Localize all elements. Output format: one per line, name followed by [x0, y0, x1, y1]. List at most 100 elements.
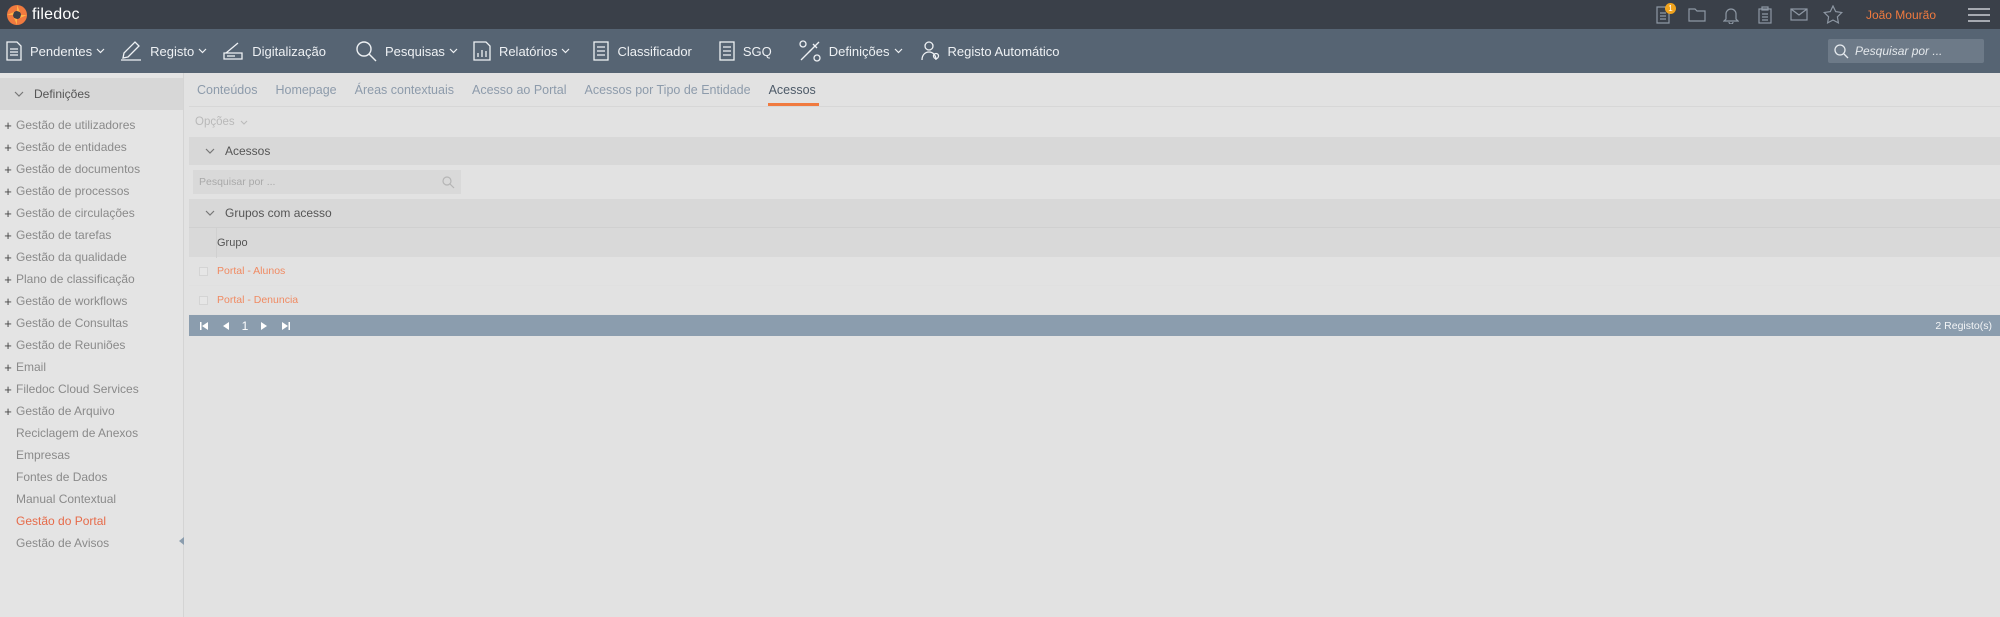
tab-acessos[interactable]: Acessos	[767, 73, 820, 107]
tab-acesso-ao-portal[interactable]: Acesso ao Portal	[472, 73, 567, 107]
chevron-down-icon	[240, 120, 248, 125]
table-row[interactable]: Portal - Alunos	[189, 257, 2000, 286]
plus-icon: +	[4, 183, 12, 199]
search-icon[interactable]	[442, 175, 455, 189]
tab-acessos-por-tipo-de-entidade[interactable]: Acessos por Tipo de Entidade	[584, 73, 750, 107]
row-checkbox[interactable]	[198, 266, 208, 276]
first-page-button[interactable]	[193, 315, 215, 336]
sidebar-item[interactable]: + Gestão de entidades	[0, 136, 183, 158]
sidebar-item[interactable]: + Gestão de utilizadores	[0, 114, 183, 136]
plus-icon: +	[4, 315, 12, 331]
sidebar-item[interactable]: + Gestão da qualidade	[0, 246, 183, 268]
pending-documents-button[interactable]: 1	[1646, 0, 1680, 29]
sidebar-item[interactable]: + Gestão de Arquivo	[0, 400, 183, 422]
sidebar-item-label: Filedoc Cloud Services	[16, 382, 139, 396]
app-logo[interactable]: filedoc	[6, 4, 80, 26]
options-menu[interactable]: Opções	[189, 107, 2000, 137]
nav-label: Registo Automático	[947, 43, 1060, 59]
nav-label: Registo	[150, 43, 195, 59]
sidebar-item-label: Plano de classificação	[16, 272, 135, 286]
sidebar-item-active[interactable]: Gestão do Portal	[0, 510, 183, 532]
sidebar-item-label: Gestão de Arquivo	[16, 404, 115, 418]
row-checkbox[interactable]	[198, 295, 208, 305]
sidebar-item-label: Gestão da qualidade	[16, 250, 127, 264]
prev-page-button[interactable]	[215, 315, 237, 336]
mail-button[interactable]	[1782, 0, 1816, 29]
access-search-input[interactable]	[199, 176, 429, 188]
global-search-input[interactable]	[1855, 44, 1975, 58]
next-page-button[interactable]	[253, 315, 275, 336]
sidebar-item[interactable]: Empresas	[0, 444, 183, 466]
sidebar-item[interactable]: + Filedoc Cloud Services	[0, 378, 183, 400]
sidebar-item[interactable]: + Gestão de circulações	[0, 202, 183, 224]
plus-icon: +	[4, 271, 12, 287]
plus-icon: +	[4, 381, 12, 397]
select-all-cell[interactable]	[189, 227, 217, 258]
sidebar-item-label: Gestão de Avisos	[16, 536, 110, 550]
chevron-down-icon	[894, 48, 902, 54]
sidebar-item-label: Gestão do Portal	[16, 514, 107, 528]
sidebar: Definições + Gestão de utilizadores + Gest…	[0, 73, 184, 617]
sidebar-item[interactable]: + Plano de classificação	[0, 268, 183, 290]
last-page-button[interactable]	[275, 315, 297, 336]
tab-areas-contextuais[interactable]: Áreas contextuais	[355, 73, 454, 107]
pager: 1 2 Registo(s)	[189, 315, 2000, 336]
filedoc-logo-icon	[7, 4, 27, 25]
sidebar-item[interactable]: + Gestão de documentos	[0, 158, 183, 180]
sidebar-item[interactable]: + Gestão de workflows	[0, 290, 183, 312]
row-select-cell[interactable]	[189, 257, 217, 286]
user-name-link[interactable]: João Mourão	[1866, 8, 1936, 22]
nav-digitalizacao[interactable]: Digitalização	[216, 29, 335, 73]
collapse-sidebar-icon[interactable]	[179, 537, 185, 545]
nav-relatorios[interactable]: Relatórios	[467, 29, 580, 73]
sidebar-header[interactable]: Definições	[0, 78, 183, 110]
favorites-button[interactable]	[1816, 0, 1850, 29]
chevron-down-icon	[205, 148, 215, 154]
sidebar-item[interactable]: + Gestão de processos	[0, 180, 183, 202]
pencil-icon	[121, 41, 142, 61]
section-grupos-header[interactable]: Grupos com acesso	[189, 199, 2000, 227]
sidebar-item[interactable]: + Gestão de Consultas	[0, 312, 183, 334]
notification-badge: 1	[1664, 3, 1676, 14]
sidebar-item-label: Gestão de Reuniões	[16, 338, 126, 352]
nav-sgq[interactable]: SGQ	[713, 29, 781, 73]
tab-homepage[interactable]: Homepage	[275, 73, 336, 107]
bell-icon	[1722, 7, 1739, 24]
nav-registo[interactable]: Registo	[114, 29, 216, 73]
nav-pesquisas[interactable]: Pesquisas	[349, 29, 467, 73]
nav-registo-automatico[interactable]: Registo Automático	[912, 29, 1069, 73]
table-row[interactable]: Portal - Denuncia	[189, 286, 2000, 315]
options-label: Opções	[195, 116, 235, 128]
clipboard-button[interactable]	[1748, 0, 1782, 29]
sidebar-item[interactable]: + Email	[0, 356, 183, 378]
nav-definicoes[interactable]: Definições	[793, 29, 912, 73]
sidebar-item[interactable]: Gestão de Avisos	[0, 532, 183, 554]
nav-pendentes[interactable]: Pendentes	[0, 29, 114, 73]
sidebar-item[interactable]: Manual Contextual	[0, 488, 183, 510]
section-acessos-header[interactable]: Acessos	[189, 137, 2000, 165]
sidebar-item[interactable]: Fontes de Dados	[0, 466, 183, 488]
sidebar-item[interactable]: + Gestão de tarefas	[0, 224, 183, 246]
sidebar-title: Definições	[34, 87, 91, 101]
notifications-button[interactable]	[1714, 0, 1748, 29]
main-nav: Pendentes Registo Digitalização Pesquisa…	[0, 29, 2000, 73]
first-page-icon	[200, 321, 208, 330]
sidebar-item[interactable]: + Gestão de Reuniões	[0, 334, 183, 356]
clipboard-icon	[1758, 5, 1772, 24]
group-link[interactable]: Portal - Denuncia	[217, 294, 298, 306]
group-link[interactable]: Portal - Alunos	[217, 265, 285, 277]
sidebar-item[interactable]: Reciclagem de Anexos	[0, 422, 183, 444]
nav-label: Pendentes	[30, 43, 93, 59]
column-header-grupo[interactable]: Grupo	[217, 237, 248, 249]
nav-classificador[interactable]: Classificador	[587, 29, 700, 73]
plus-icon: +	[4, 359, 12, 375]
tab-conteudos[interactable]: Conteúdos	[197, 73, 257, 107]
top-bar: filedoc 1 João Mourão	[0, 0, 2000, 29]
nav-label: Definições	[828, 43, 890, 59]
top-icons: 1 João Mourão	[1646, 0, 2000, 29]
main-menu-button[interactable]	[1966, 0, 1992, 29]
folder-button[interactable]	[1680, 0, 1714, 29]
row-select-cell[interactable]	[189, 286, 217, 315]
search-row	[189, 165, 2000, 199]
report-icon	[473, 41, 491, 61]
